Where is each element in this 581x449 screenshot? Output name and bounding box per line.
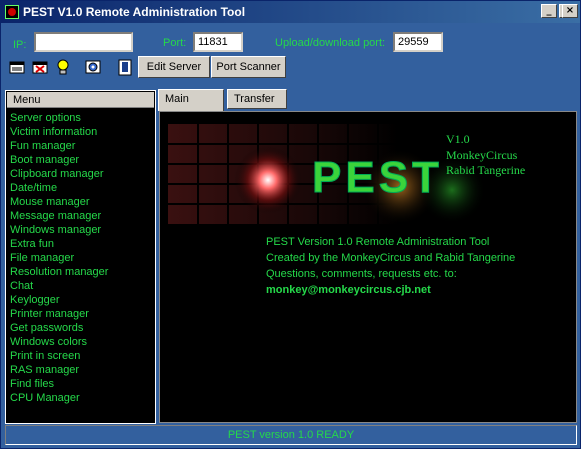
- delete-icon[interactable]: [31, 58, 50, 77]
- disconnect-icon[interactable]: [8, 58, 27, 77]
- app-icon: [5, 5, 19, 19]
- menu-item-printer-manager[interactable]: Printer manager: [10, 307, 108, 321]
- book-icon[interactable]: [116, 58, 135, 77]
- ip-label: IP:: [13, 39, 27, 51]
- status-bar: PEST version 1.0 READY: [5, 425, 577, 445]
- menu-item-ras-manager[interactable]: RAS manager: [10, 363, 108, 377]
- menu-item-fun-manager[interactable]: Fun manager: [10, 139, 108, 153]
- upload-port-label: Upload/download port:: [275, 37, 386, 49]
- tab-main[interactable]: Main: [158, 89, 224, 111]
- menu-item-cpu-manager[interactable]: CPU Manager: [10, 391, 108, 405]
- menu-header: Menu: [7, 92, 154, 108]
- port-input[interactable]: [193, 32, 243, 52]
- menu-list: Server options Victim information Fun ma…: [10, 111, 108, 405]
- info-line-contact: Questions, comments, requests etc. to:: [266, 268, 457, 280]
- contact-email[interactable]: monkey@monkeycircus.cjb.net: [266, 284, 431, 296]
- menu-item-server-options[interactable]: Server options: [10, 111, 108, 125]
- info-line-title: PEST Version 1.0 Remote Administration T…: [266, 236, 490, 248]
- menu-item-victim-information[interactable]: Victim information: [10, 125, 108, 139]
- menu-item-keylogger[interactable]: Keylogger: [10, 293, 108, 307]
- menu-panel: Menu Server options Victim information F…: [5, 90, 156, 424]
- menu-item-boot-manager[interactable]: Boot manager: [10, 153, 108, 167]
- main-window: PEST V1.0 Remote Administration Tool _ □…: [0, 0, 581, 449]
- info-line-authors: Created by the MonkeyCircus and Rabid Ta…: [266, 252, 516, 264]
- main-content: PEST V1.0 MonkeyCircus Rabid Tangerine P…: [159, 111, 577, 423]
- menu-item-get-passwords[interactable]: Get passwords: [10, 321, 108, 335]
- edit-server-button[interactable]: Edit Server: [138, 56, 210, 78]
- port-scanner-button[interactable]: Port Scanner: [211, 56, 286, 78]
- menu-item-mouse-manager[interactable]: Mouse manager: [10, 195, 108, 209]
- menu-item-resolution-manager[interactable]: Resolution manager: [10, 265, 108, 279]
- logo-text: PEST: [312, 153, 443, 202]
- credit-monkeycircus: MonkeyCircus: [446, 148, 518, 162]
- menu-item-date-time[interactable]: Date/time: [10, 181, 108, 195]
- minimize-button[interactable]: _: [541, 4, 557, 18]
- tab-transfer[interactable]: Transfer: [227, 89, 287, 109]
- menu-item-print-in-screen[interactable]: Print in screen: [10, 349, 108, 363]
- menu-item-clipboard-manager[interactable]: Clipboard manager: [10, 167, 108, 181]
- menu-item-find-files[interactable]: Find files: [10, 377, 108, 391]
- credit-rabid-tangerine: Rabid Tangerine: [446, 163, 526, 177]
- upload-port-input[interactable]: [393, 32, 443, 52]
- ip-input[interactable]: [34, 32, 133, 52]
- close-button[interactable]: ×: [562, 4, 578, 18]
- settings-icon[interactable]: [84, 58, 103, 77]
- lightbulb-icon[interactable]: [54, 58, 73, 77]
- window-title: PEST V1.0 Remote Administration Tool: [23, 5, 246, 19]
- menu-item-chat[interactable]: Chat: [10, 279, 108, 293]
- port-label: Port:: [163, 37, 187, 49]
- menu-item-extra-fun[interactable]: Extra fun: [10, 237, 108, 251]
- title-bar[interactable]: PEST V1.0 Remote Administration Tool _ □: [1, 1, 580, 23]
- menu-item-windows-colors[interactable]: Windows colors: [10, 335, 108, 349]
- menu-item-file-manager[interactable]: File manager: [10, 251, 108, 265]
- credit-version: V1.0: [446, 132, 470, 146]
- menu-item-windows-manager[interactable]: Windows manager: [10, 223, 108, 237]
- menu-item-message-manager[interactable]: Message manager: [10, 209, 108, 223]
